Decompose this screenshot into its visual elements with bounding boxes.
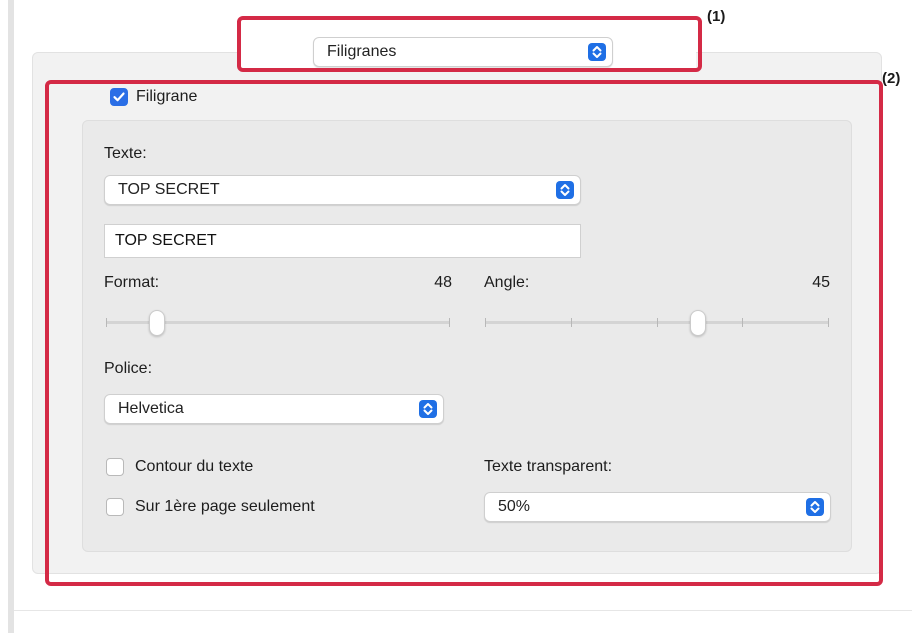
annotation-box-2 (45, 80, 883, 586)
bottom-divider (14, 610, 912, 611)
window-left-edge (8, 0, 14, 633)
annotation-label-1: (1) (707, 8, 726, 25)
annotation-box-1 (237, 16, 702, 72)
annotation-label-2: (2) (882, 70, 901, 87)
